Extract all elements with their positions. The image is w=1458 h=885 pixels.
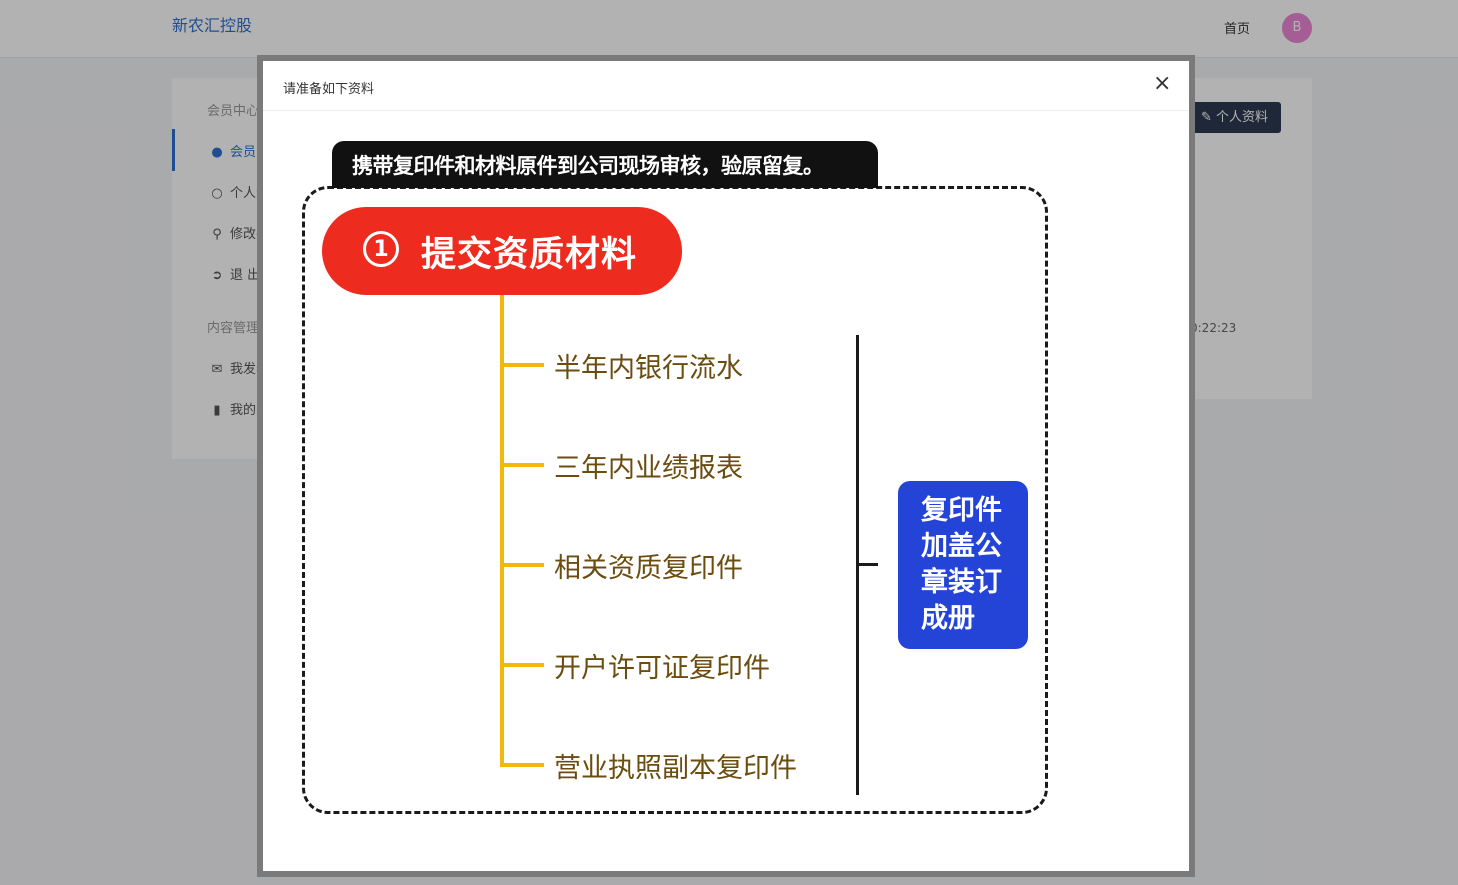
summary-line: 加盖公: [921, 531, 1002, 562]
list-item: 半年内银行流水: [554, 353, 743, 384]
summary-box: 复印件 加盖公 章装订 成册: [898, 481, 1028, 649]
list-item: 相关资质复印件: [554, 553, 743, 584]
modal-header: 请准备如下资料 ×: [263, 61, 1189, 111]
branch-line: [500, 663, 544, 667]
summary-line: 复印件: [921, 495, 1002, 526]
branch-line: [500, 463, 544, 467]
notice-banner: 携带复印件和材料原件到公司现场审核，验原留复。: [332, 141, 878, 188]
step-number-badge: 1: [363, 231, 399, 267]
branch-line: [500, 763, 544, 767]
list-item: 营业执照副本复印件: [554, 753, 797, 784]
list-item: 开户许可证复印件: [554, 653, 770, 684]
step-pill: 1 提交资质材料: [322, 207, 682, 295]
step-title: 提交资质材料: [421, 235, 638, 275]
list-item: 三年内业绩报表: [554, 453, 743, 484]
modal-title: 请准备如下资料: [283, 82, 375, 97]
close-icon[interactable]: ×: [1153, 73, 1171, 95]
summary-line: 成册: [921, 603, 975, 634]
bracket-tick: [856, 563, 878, 566]
summary-line: 章装订: [921, 567, 1002, 598]
branch-line: [500, 363, 544, 367]
branch-line: [500, 563, 544, 567]
